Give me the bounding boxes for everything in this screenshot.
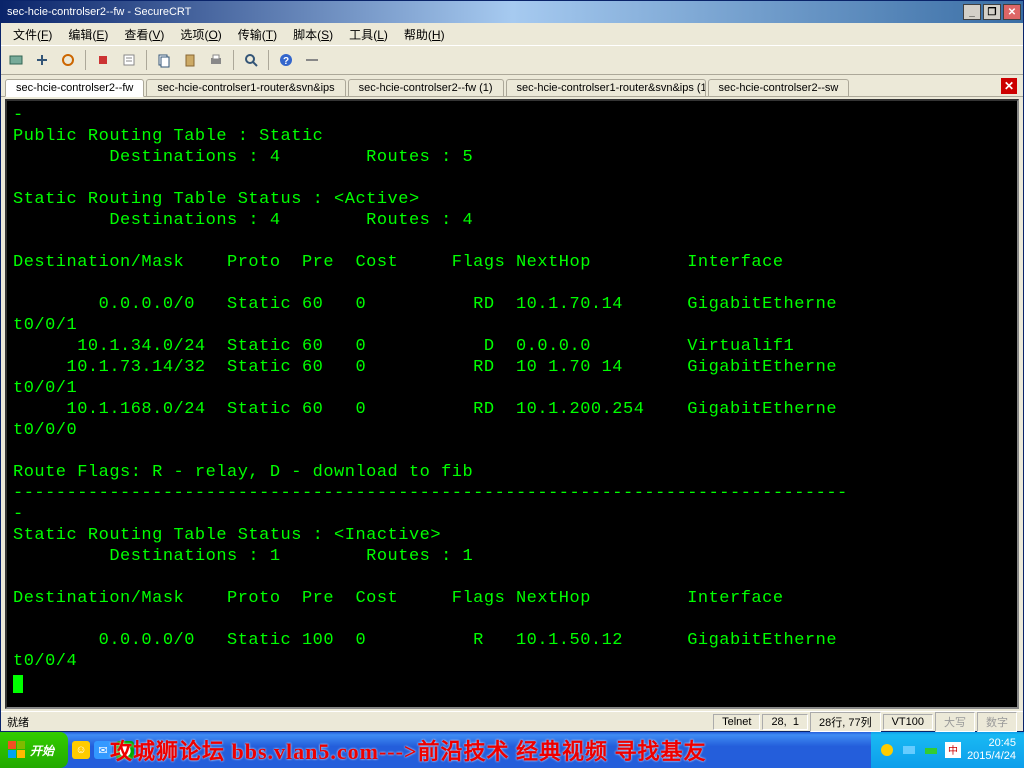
clock-time: 20:45: [967, 737, 1016, 750]
menubar: 文件(F) 编辑(E) 查看(V) 选项(O) 传输(T) 脚本(S) 工具(L…: [1, 23, 1023, 45]
window-title: sec-hcie-controlser2--fw - SecureCRT: [3, 6, 961, 18]
status-size: 28行, 77列: [810, 712, 881, 732]
terminal-output[interactable]: - Public Routing Table : Static Destinat…: [5, 99, 1019, 709]
tray-input-icon[interactable]: 中: [945, 742, 961, 758]
tab-session-4[interactable]: sec-hcie-controlser1-router&svn&ips (1): [506, 79, 706, 96]
tray-icon[interactable]: [879, 742, 895, 758]
toolbar-separator: [268, 50, 269, 70]
clock-date: 2015/4/24: [967, 750, 1016, 763]
tray-icon[interactable]: ✉: [94, 741, 112, 759]
properties-button[interactable]: [118, 49, 140, 71]
toolbar: ?: [1, 45, 1023, 75]
status-cursor: 28, 1: [762, 714, 808, 730]
start-label: 开始: [30, 742, 54, 759]
tab-session-1[interactable]: sec-hcie-controlser2--fw: [5, 79, 144, 97]
taskbar: 开始 ☺ ✉ ⬤ 中 20:45 2015/4/24: [0, 732, 1024, 768]
restore-button[interactable]: ❐: [983, 4, 1001, 20]
reconnect-button[interactable]: [57, 49, 79, 71]
statusbar: 就绪 Telnet 28, 1 28行, 77列 VT100 大写 数字: [1, 711, 1023, 731]
quick-connect-button[interactable]: [31, 49, 53, 71]
close-all-tabs-button[interactable]: ✕: [1001, 78, 1017, 94]
svg-text:?: ?: [283, 56, 289, 67]
menu-help[interactable]: 帮助(H): [396, 24, 453, 45]
tab-session-3[interactable]: sec-hcie-controlser2--fw (1): [348, 79, 504, 96]
disconnect-button[interactable]: [92, 49, 114, 71]
status-termtype: VT100: [883, 714, 933, 730]
close-button[interactable]: ✕: [1003, 4, 1021, 20]
toolbar-separator: [233, 50, 234, 70]
svg-text:中: 中: [948, 744, 958, 757]
tab-session-2[interactable]: sec-hcie-controlser1-router&svn&ips: [146, 79, 345, 96]
titlebar[interactable]: sec-hcie-controlser2--fw - SecureCRT _ ❐…: [1, 1, 1023, 23]
options-button[interactable]: [301, 49, 323, 71]
taskbar-clock[interactable]: 20:45 2015/4/24: [967, 737, 1016, 763]
app-window: sec-hcie-controlser2--fw - SecureCRT _ ❐…: [0, 0, 1024, 732]
menu-transfer[interactable]: 传输(T): [230, 24, 285, 45]
tabbar: sec-hcie-controlser2--fw sec-hcie-contro…: [1, 75, 1023, 97]
status-caps: 大写: [935, 712, 975, 732]
start-button[interactable]: 开始: [0, 732, 68, 768]
status-num: 数字: [977, 712, 1017, 732]
find-button[interactable]: [240, 49, 262, 71]
connect-button[interactable]: [5, 49, 27, 71]
toolbar-separator: [146, 50, 147, 70]
tab-session-5[interactable]: sec-hcie-controlser2--sw: [708, 79, 850, 96]
tray-icon[interactable]: ⬤: [116, 741, 134, 759]
tray-icon[interactable]: [923, 742, 939, 758]
menu-options[interactable]: 选项(O): [172, 24, 229, 45]
help-button[interactable]: ?: [275, 49, 297, 71]
menu-script[interactable]: 脚本(S): [285, 24, 341, 45]
print-button[interactable]: [205, 49, 227, 71]
toolbar-separator: [85, 50, 86, 70]
status-protocol: Telnet: [713, 714, 760, 730]
quick-launch: ☺ ✉ ⬤: [72, 741, 134, 759]
menu-view[interactable]: 查看(V): [116, 24, 172, 45]
tray-icon[interactable]: [901, 742, 917, 758]
status-ready: 就绪: [7, 714, 29, 730]
menu-tools[interactable]: 工具(L): [341, 24, 396, 45]
menu-file[interactable]: 文件(F): [5, 24, 60, 45]
menu-edit[interactable]: 编辑(E): [60, 24, 116, 45]
system-tray: 中 20:45 2015/4/24: [871, 732, 1024, 768]
minimize-button[interactable]: _: [963, 4, 981, 20]
paste-button[interactable]: [179, 49, 201, 71]
copy-button[interactable]: [153, 49, 175, 71]
tray-icon[interactable]: ☺: [72, 741, 90, 759]
